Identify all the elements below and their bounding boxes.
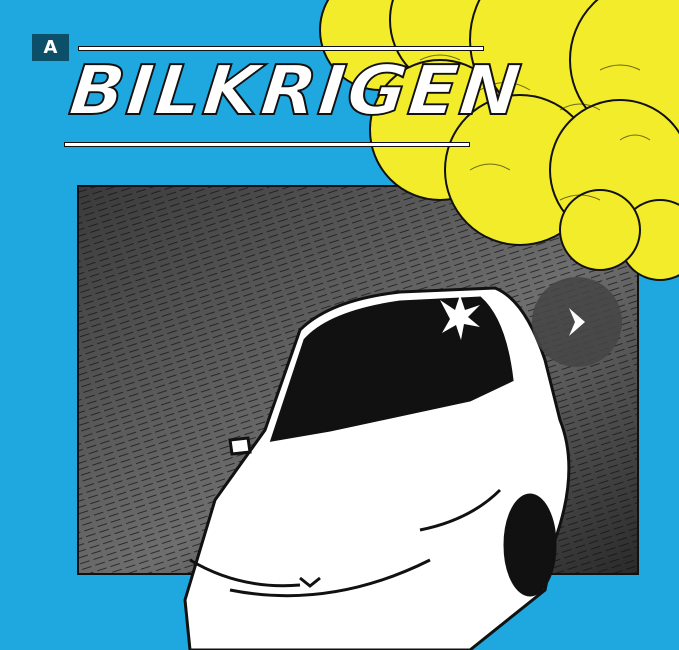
alt-text-badge[interactable]: A — [32, 34, 69, 61]
cover-title: BILKRIGEN — [65, 49, 527, 131]
title-rule-bottom — [64, 142, 470, 147]
chevron-right-icon — [569, 308, 585, 336]
cover-illustration: BILKRIGEN A — [0, 0, 679, 650]
carousel-next-button[interactable] — [532, 277, 622, 367]
